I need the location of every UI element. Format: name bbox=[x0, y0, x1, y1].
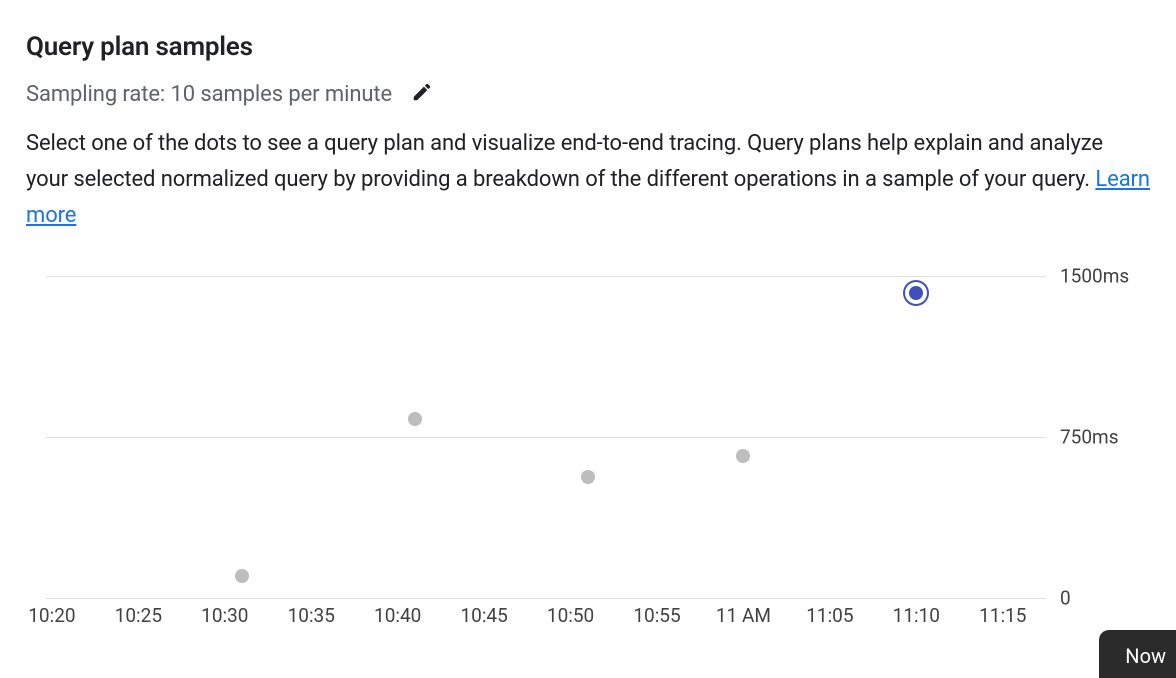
description-text: Select one of the dots to see a query pl… bbox=[26, 131, 1103, 192]
chart-x-tick-label: 10:35 bbox=[288, 604, 335, 627]
edit-sampling-rate-button[interactable] bbox=[408, 80, 436, 108]
chart-x-axis: 10:20 10:25 10:30 10:35 10:40 10:45 10:50 10:55… bbox=[26, 604, 1046, 634]
chart-x-tick-label: 10:30 bbox=[201, 604, 248, 627]
query-plan-samples-chart: 1500ms750ms0 bbox=[26, 276, 1150, 598]
sampling-rate-row: Sampling rate: 10 samples per minute bbox=[26, 80, 1150, 108]
chart-gridline bbox=[46, 437, 1046, 438]
chart-sample-dot[interactable] bbox=[581, 470, 595, 484]
section-title: Query plan samples bbox=[26, 32, 1150, 62]
chart-y-tick-label: 750ms bbox=[1060, 425, 1119, 448]
chart-gridline bbox=[46, 276, 1046, 277]
chart-y-axis: 1500ms750ms0 bbox=[1046, 276, 1150, 598]
chart-x-tick-label: 10:50 bbox=[547, 604, 594, 627]
chart-gridline bbox=[46, 598, 1046, 599]
chart-x-tick-label: 10:45 bbox=[460, 604, 507, 627]
chart-plot-area[interactable] bbox=[26, 276, 1046, 598]
chart-sample-dot[interactable] bbox=[408, 412, 422, 426]
pencil-icon bbox=[411, 81, 433, 107]
section-description: Select one of the dots to see a query pl… bbox=[26, 126, 1150, 234]
sampling-rate-text: Sampling rate: 10 samples per minute bbox=[26, 82, 392, 107]
chart-x-tick-label: 11:05 bbox=[806, 604, 853, 627]
chart-x-tick-label: 11:10 bbox=[893, 604, 940, 627]
now-button[interactable]: Now bbox=[1099, 630, 1176, 678]
chart-sample-dot[interactable] bbox=[736, 449, 750, 463]
chart-sample-dot-selected[interactable] bbox=[909, 286, 923, 300]
chart-x-tick-label: 10:55 bbox=[633, 604, 680, 627]
chart-x-tick-label: 10:40 bbox=[374, 604, 421, 627]
chart-y-tick-label: 1500ms bbox=[1060, 264, 1129, 287]
chart-x-tick-label: 10:20 bbox=[28, 604, 75, 627]
chart-x-tick-label: 11:15 bbox=[979, 604, 1026, 627]
chart-x-tick-label: 10:25 bbox=[115, 604, 162, 627]
chart-y-tick-label: 0 bbox=[1060, 586, 1071, 609]
chart-x-tick-label: 11 AM bbox=[716, 604, 771, 627]
chart-sample-dot[interactable] bbox=[235, 569, 249, 583]
